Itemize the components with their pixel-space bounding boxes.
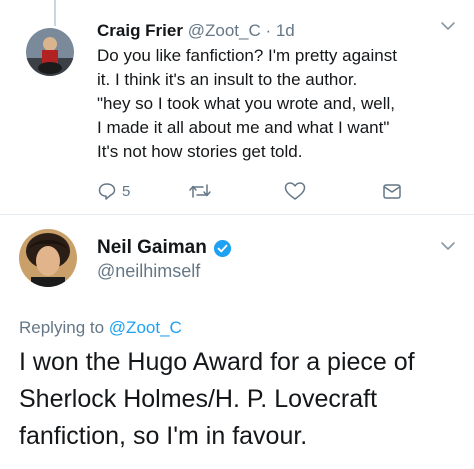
tweet-text: Do you like fanfiction? I'm pretty again…: [97, 44, 457, 164]
tweet-divider: [0, 214, 474, 215]
author-name[interactable]: Craig Frier: [97, 21, 183, 40]
like-icon: [284, 182, 306, 200]
reply-button[interactable]: 5: [97, 181, 130, 201]
chevron-down-icon[interactable]: [440, 20, 456, 32]
tweet-text-line: I won the Hugo Award for a piece of: [19, 348, 415, 376]
direct-message-button[interactable]: [382, 181, 402, 201]
tweet-text-line: Sherlock Holmes/H. P. Lovecraft: [19, 385, 378, 413]
replying-to-handle-link[interactable]: @Zoot_C: [109, 318, 182, 337]
tweet-text-line: "hey so I took what you wrote and, well,: [97, 94, 396, 113]
retweet-button[interactable]: [188, 181, 212, 201]
reply-icon: [98, 183, 116, 200]
thread-connector-line: [54, 0, 56, 26]
tweet-timestamp[interactable]: · 1d: [265, 21, 294, 40]
author-name-row: Neil Gaiman: [97, 237, 232, 259]
tweet-text: I won the Hugo Award for a piece of Sher…: [19, 344, 469, 455]
reply-count: 5: [122, 182, 131, 200]
message-icon: [383, 184, 401, 199]
tweet-text-line: It's not how stories get told.: [97, 142, 303, 161]
retweet-icon: [189, 184, 211, 198]
tweet-text-line: it. I think it's an insult to the author…: [97, 70, 358, 89]
avatar[interactable]: [26, 28, 74, 76]
author-handle[interactable]: @Zoot_C: [188, 21, 261, 40]
author-name[interactable]: Neil Gaiman: [97, 237, 207, 259]
avatar[interactable]: [19, 229, 77, 287]
author-handle[interactable]: @neilhimself: [97, 261, 200, 282]
like-button[interactable]: [284, 181, 306, 201]
verified-badge-icon: [213, 239, 231, 257]
replying-to-label: Replying to: [19, 318, 105, 337]
tweet-header: Craig Frier @Zoot_C · 1d: [97, 20, 295, 42]
tweet-text-line: fanfiction, so I'm in favour.: [19, 422, 308, 450]
tweet-text-line: I made it all about me and what I want": [97, 118, 390, 137]
tweet-text-line: Do you like fanfiction? I'm pretty again…: [97, 46, 397, 65]
replying-to: Replying to @Zoot_C: [19, 318, 182, 338]
chevron-down-icon[interactable]: [440, 240, 456, 252]
